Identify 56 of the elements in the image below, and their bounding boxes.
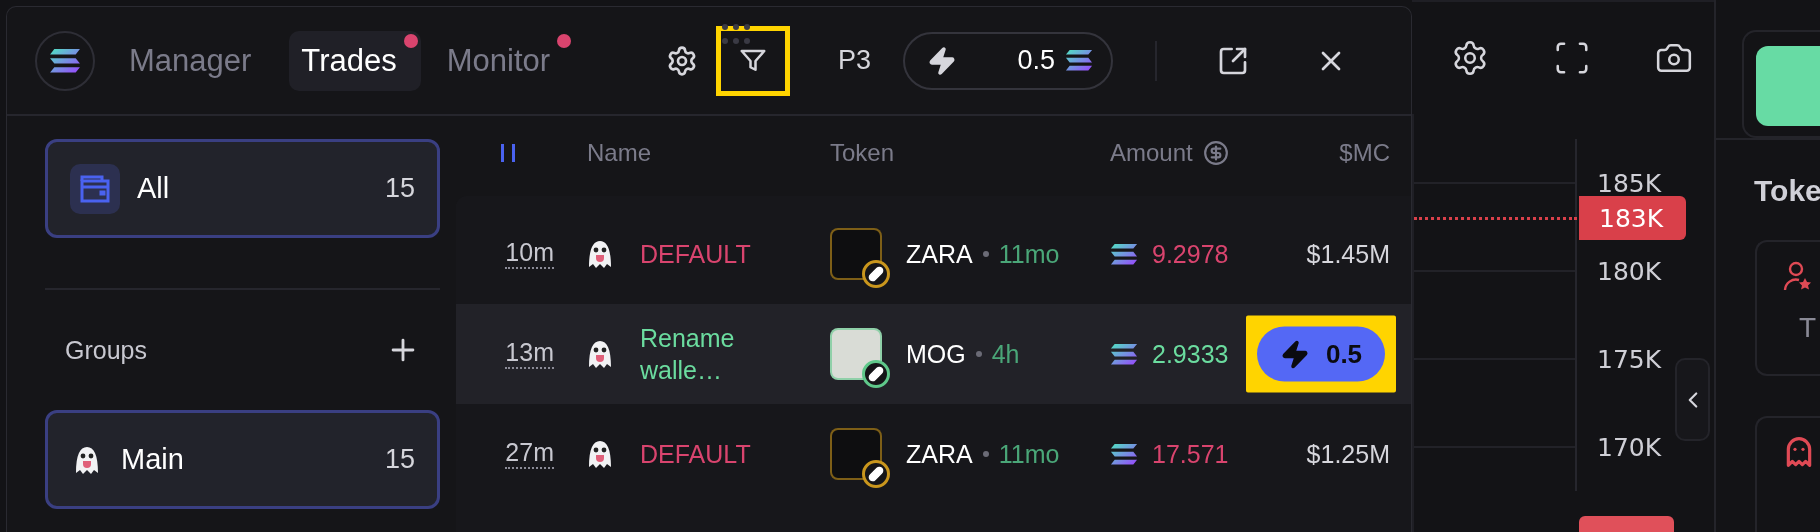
wallet-icon: [70, 163, 120, 214]
token-symbol: ZARA: [906, 439, 973, 469]
card-label: T: [1798, 312, 1818, 344]
trade-row[interactable]: 13m Rename walle… MOG 4h 2.9333 0.5: [456, 304, 1411, 404]
trade-amount: 17.571: [1152, 439, 1229, 469]
solana-icon: [49, 47, 81, 74]
panel-title: Toke: [1754, 174, 1820, 208]
pill-badge-icon: [862, 460, 890, 488]
market-cap: $1.45M: [1306, 239, 1390, 269]
trade-amount: 9.2978: [1152, 239, 1229, 269]
quick-buy-button[interactable]: 0.5: [1257, 326, 1385, 382]
tab[interactable]: Trades: [289, 30, 421, 91]
pause-icon[interactable]: [500, 143, 516, 163]
wallet-name: Rename walle…: [640, 322, 736, 386]
token-symbol: ZARA: [906, 239, 973, 269]
wallet-group-item[interactable]: All 15: [45, 139, 440, 238]
pill-badge-icon: [862, 360, 890, 388]
token-symbol: MOG: [906, 339, 966, 369]
person-star-icon: [1783, 260, 1813, 292]
column-header: Token: [830, 139, 896, 167]
solana-icon: [1110, 242, 1138, 266]
trade-time: 27m: [505, 439, 554, 469]
wallet-group-item[interactable]: Main 15: [45, 410, 440, 509]
token-age: 4h: [991, 339, 1020, 369]
tab[interactable]: Manager: [117, 30, 276, 91]
column-header: Amount: [1110, 139, 1193, 167]
token-age: 11mo: [998, 439, 1060, 469]
price-axis-label: 180K: [1596, 256, 1663, 286]
preset-label: P3: [838, 45, 872, 76]
quick-buy-amount[interactable]: 0.5: [903, 31, 1114, 90]
wallet-name: DEFAULT: [640, 438, 752, 470]
market-cap: $1.25M: [1306, 439, 1390, 469]
price-axis-label: 175K: [1596, 344, 1663, 374]
price-axis-label: 185K: [1596, 168, 1663, 198]
bolt-icon: [1279, 339, 1310, 369]
solana-icon: [1110, 442, 1138, 466]
trade-time: 13m: [505, 339, 554, 369]
solana-icon: [1065, 49, 1094, 72]
item-label: All: [137, 172, 170, 205]
token-age: 11mo: [998, 239, 1060, 269]
groups-heading: Groups: [65, 335, 147, 365]
column-header: Name: [586, 139, 653, 167]
item-label: Main: [121, 443, 184, 476]
tab[interactable]: Monitor: [434, 30, 575, 91]
wallet-name: DEFAULT: [640, 238, 752, 270]
column-header: $MC: [1339, 139, 1391, 167]
currency-icon[interactable]: [1202, 140, 1229, 166]
trade-amount: 2.9333: [1152, 339, 1229, 369]
solana-icon: [1110, 342, 1138, 366]
current-price-label: 183K: [1579, 196, 1686, 240]
filter-button[interactable]: [716, 25, 791, 96]
pill-badge-icon: [862, 260, 890, 288]
item-count: 15: [384, 444, 415, 475]
item-count: 15: [384, 173, 415, 204]
price-axis-label: 170K: [1596, 432, 1663, 462]
trade-time: 10m: [505, 239, 554, 269]
